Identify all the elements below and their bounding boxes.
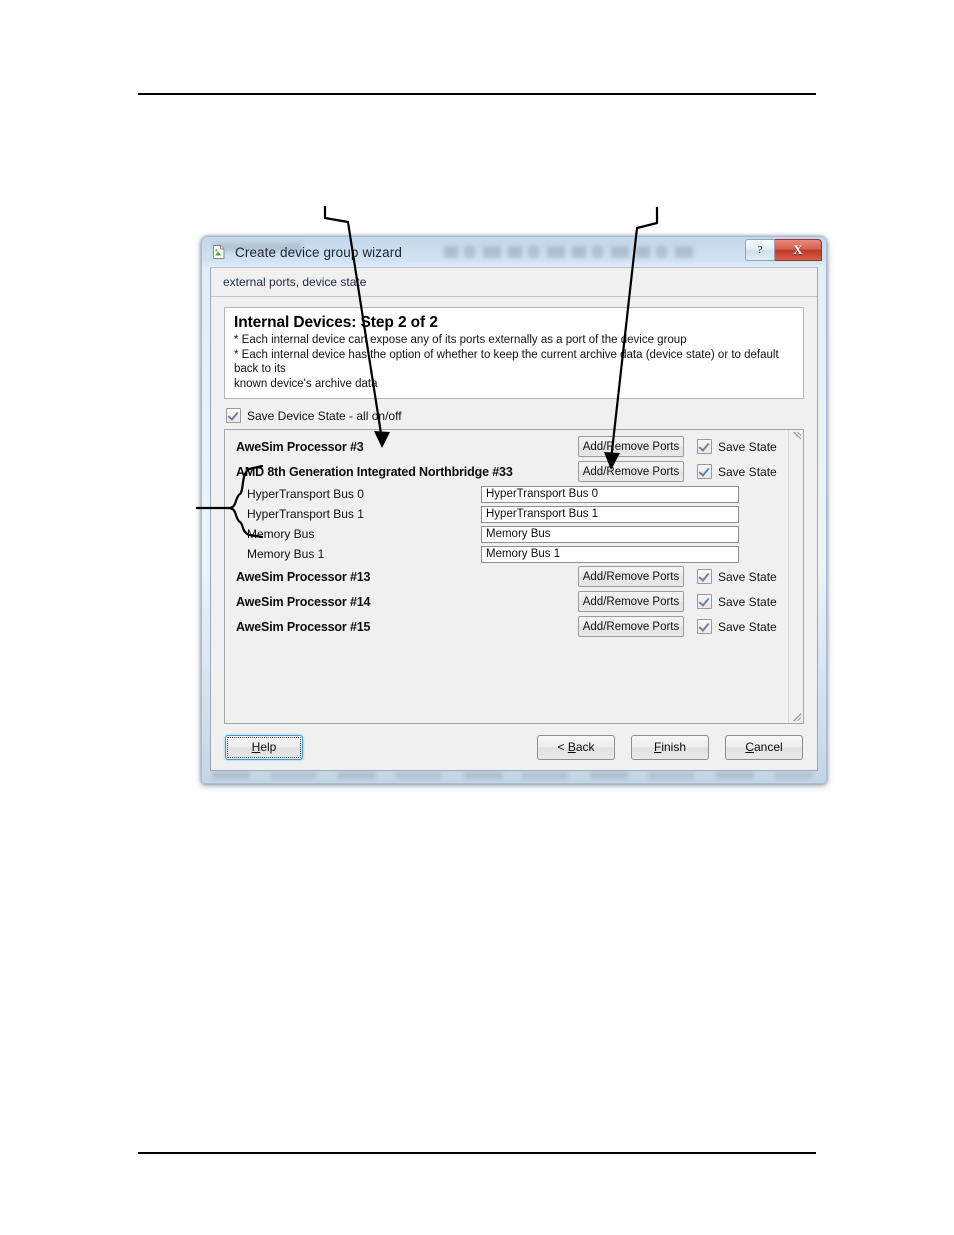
port-label: HyperTransport Bus 0 [247, 487, 364, 501]
finish-button-label: Finish [654, 740, 686, 754]
page-header-rule [138, 93, 816, 95]
save-state-checkbox[interactable] [697, 569, 712, 584]
port-row[interactable]: Memory Bus 1 Memory Bus 1 [225, 544, 789, 564]
port-name-input[interactable]: Memory Bus [481, 525, 739, 543]
finish-button[interactable]: Finish [631, 734, 709, 760]
back-rest: ack [575, 740, 595, 754]
back-prefix: < [557, 740, 568, 754]
cancel-accel: C [745, 740, 754, 754]
info-panel-title: Internal Devices: Step 2 of 2 [234, 314, 438, 331]
footer-button-group: < Back Finish Cancel [537, 734, 803, 760]
save-state-group[interactable]: Save State [697, 619, 783, 634]
device-list-scroll-rail[interactable] [788, 430, 803, 723]
window-title: Create device group wizard [235, 244, 402, 260]
device-name: AweSim Processor #3 [236, 439, 364, 454]
back-button-label: < Back [557, 740, 594, 754]
device-row[interactable]: AMD 8th Generation Integrated Northbridg… [225, 459, 789, 484]
port-row[interactable]: HyperTransport Bus 0 HyperTransport Bus … [225, 484, 789, 504]
save-state-checkbox[interactable] [697, 464, 712, 479]
help-button[interactable]: Help [225, 734, 303, 760]
save-state-group[interactable]: Save State [697, 464, 783, 479]
save-state-label: Save State [718, 569, 777, 584]
port-name-input[interactable]: Memory Bus 1 [481, 545, 739, 563]
info-panel-line-2: * Each internal device has the option of… [234, 348, 779, 376]
cancel-rest: ancel [753, 740, 783, 754]
add-remove-ports-button[interactable]: Add/Remove Ports [578, 566, 684, 587]
create-device-group-wizard-window: Create device group wizard ? X external … [201, 236, 827, 784]
wizard-subheader: external ports, device state [211, 268, 817, 297]
add-remove-ports-button[interactable]: Add/Remove Ports [578, 436, 684, 457]
resize-grip-bottom-icon[interactable] [793, 713, 801, 721]
page-footer-rule [138, 1152, 816, 1154]
device-list-panel: AweSim Processor #3 Add/Remove Ports Sav… [224, 429, 804, 724]
port-name-input[interactable]: HyperTransport Bus 0 [481, 485, 739, 503]
wizard-body: Internal Devices: Step 2 of 2 * Each int… [211, 297, 817, 724]
info-panel: Internal Devices: Step 2 of 2 * Each int… [224, 307, 804, 399]
window-titlebar[interactable]: Create device group wizard ? X [202, 237, 826, 267]
add-remove-ports-button[interactable]: Add/Remove Ports [578, 616, 684, 637]
wizard-footer: Help < Back Finish Cancel [211, 724, 817, 770]
help-caption-button[interactable]: ? [745, 239, 775, 261]
save-state-checkbox[interactable] [697, 619, 712, 634]
device-row[interactable]: AweSim Processor #15 Add/Remove Ports Sa… [225, 614, 789, 639]
device-row[interactable]: AweSim Processor #14 Add/Remove Ports Sa… [225, 589, 789, 614]
device-name: AweSim Processor #14 [236, 594, 371, 609]
window-glass-frame: Create device group wizard ? X external … [201, 236, 827, 784]
device-name: AweSim Processor #15 [236, 619, 371, 634]
device-row[interactable]: AweSim Processor #13 Add/Remove Ports Sa… [225, 564, 789, 589]
port-label: Memory Bus [247, 527, 315, 541]
port-row[interactable]: HyperTransport Bus 1 HyperTransport Bus … [225, 504, 789, 524]
save-state-label: Save State [718, 439, 777, 454]
window-bottom-background-blur [212, 772, 812, 779]
port-label: Memory Bus 1 [247, 547, 325, 561]
help-rest: elp [260, 740, 277, 754]
resize-grip-top-icon[interactable] [793, 432, 801, 440]
subheader-text: external ports, device state [223, 275, 367, 289]
back-button[interactable]: < Back [537, 734, 615, 760]
wizard-client-area: external ports, device state Internal De… [210, 267, 818, 771]
save-state-group[interactable]: Save State [697, 569, 783, 584]
save-state-group[interactable]: Save State [697, 439, 783, 454]
cancel-button[interactable]: Cancel [725, 734, 803, 760]
port-label: HyperTransport Bus 1 [247, 507, 364, 521]
save-state-checkbox[interactable] [697, 439, 712, 454]
port-name-input[interactable]: HyperTransport Bus 1 [481, 505, 739, 523]
save-device-state-all-row[interactable]: Save Device State - all on/off [226, 408, 804, 423]
port-row[interactable]: Memory Bus Memory Bus [225, 524, 789, 544]
cancel-button-label: Cancel [745, 740, 782, 754]
save-state-label: Save State [718, 464, 777, 479]
save-device-state-all-label: Save Device State - all on/off [247, 408, 402, 423]
back-accel: B [567, 740, 576, 754]
device-list-rows: AweSim Processor #3 Add/Remove Ports Sav… [225, 430, 789, 723]
close-icon[interactable]: X [775, 239, 822, 261]
save-state-label: Save State [718, 594, 777, 609]
device-row[interactable]: AweSim Processor #3 Add/Remove Ports Sav… [225, 434, 789, 459]
save-state-group[interactable]: Save State [697, 594, 783, 609]
info-panel-line-1: * Each internal device can expose any of… [234, 334, 687, 346]
finish-rest: inish [661, 740, 687, 754]
document-wizard-icon [211, 244, 227, 260]
caption-button-group: ? X [745, 239, 822, 261]
save-device-state-all-checkbox[interactable] [226, 408, 241, 423]
save-state-checkbox[interactable] [697, 594, 712, 609]
help-button-label: Help [252, 740, 277, 754]
device-name: AweSim Processor #13 [236, 569, 371, 584]
add-remove-ports-button[interactable]: Add/Remove Ports [578, 461, 684, 482]
save-state-label: Save State [718, 619, 777, 634]
info-panel-line-3: known device's archive data [234, 377, 378, 390]
device-name: AMD 8th Generation Integrated Northbridg… [236, 464, 513, 479]
add-remove-ports-button[interactable]: Add/Remove Ports [578, 591, 684, 612]
